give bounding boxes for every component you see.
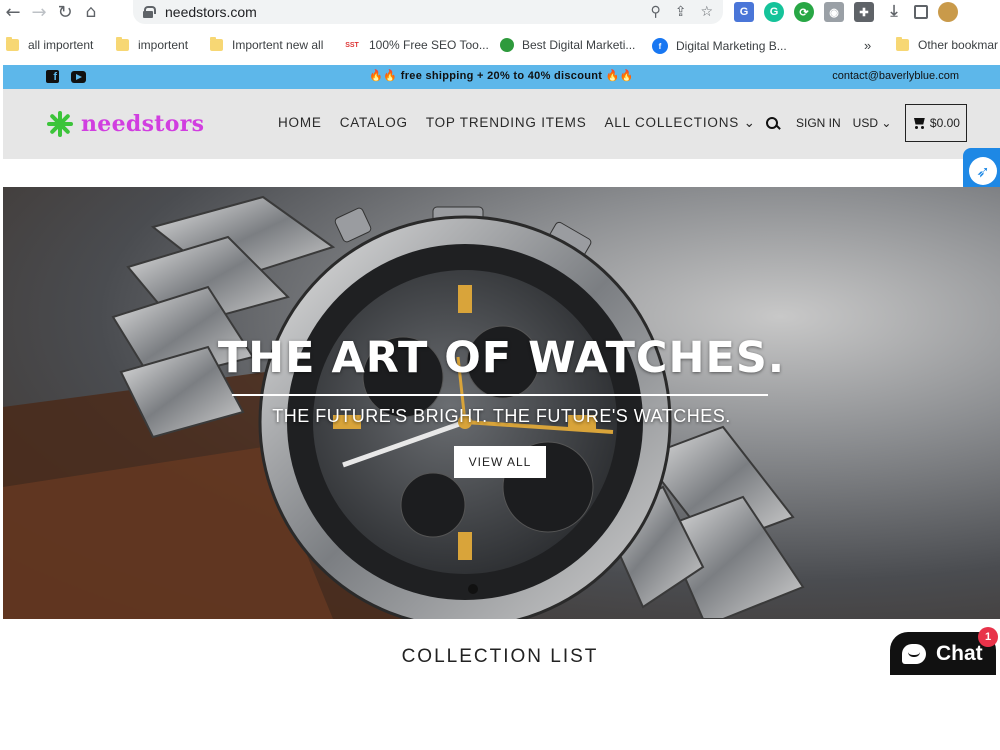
folder-icon	[210, 37, 223, 51]
hero-subtitle: THE FUTURE'S BRIGHT. THE FUTURE'S WATCHE…	[272, 406, 731, 426]
nav-home[interactable]: HOME	[278, 115, 322, 131]
site-favicon-icon	[500, 38, 514, 52]
watch-illustration	[3, 195, 805, 619]
overflow-chevron-icon: »	[864, 38, 872, 53]
main-navigation: HOME CATALOG TOP TRENDING ITEMS ALL COLL…	[278, 115, 774, 131]
bookmark-best-digital-marketing[interactable]: Best Digital Marketi...	[500, 38, 635, 52]
bookmark-folder-importent[interactable]: importent	[116, 37, 189, 52]
bookmark-seo-tools[interactable]: SST 100% Free SEO Too...	[343, 38, 489, 52]
flame-icon: 🔥🔥	[605, 70, 634, 82]
bookmark-digital-marketing-blog[interactable]: f Digital Marketing B...	[652, 38, 787, 54]
cart-icon	[913, 118, 926, 129]
hero-title: THE ART OF WATCHES.	[217, 333, 786, 383]
cart-button[interactable]: $0.00	[905, 104, 968, 142]
folder-icon	[6, 37, 19, 51]
bookmark-label: Importent new all	[232, 38, 324, 52]
contact-email-link[interactable]: contact@baverlyblue.com	[832, 70, 959, 82]
search-icon[interactable]	[766, 117, 780, 131]
share-icon[interactable]: ⇪	[675, 4, 687, 20]
bookmark-folder-importent-new-all[interactable]: Importent new all	[210, 37, 324, 52]
folder-icon	[116, 37, 129, 51]
translate-extension-icon[interactable]: G	[734, 2, 754, 22]
chat-notification-badge: 1	[978, 627, 998, 647]
hero-divider	[232, 394, 768, 396]
bookmark-star-icon[interactable]: ☆	[700, 4, 713, 20]
back-icon[interactable]: ←	[0, 0, 26, 24]
address-bar[interactable]: needstors.com ⚲ ⇪ ☆	[133, 0, 723, 24]
view-all-button[interactable]: VIEW ALL	[454, 446, 546, 478]
nav-all-collections[interactable]: ALL COLLECTIONS ⌄	[605, 115, 756, 131]
header-tools: SIGN IN USD ⌄ $0.00	[766, 104, 968, 142]
site-logo[interactable]: needstors	[45, 109, 204, 139]
chat-bubble-icon	[902, 643, 926, 664]
collection-list-heading: COLLECTION LIST	[401, 646, 599, 667]
bookmarks-bar: all importent importent Importent new al…	[0, 34, 1000, 58]
cart-total: $0.00	[929, 116, 960, 130]
bookmark-label: Other bookmar	[918, 38, 999, 52]
extensions-puzzle-icon[interactable]: ✚	[854, 2, 874, 22]
site-header: needstors HOME CATALOG TOP TRENDING ITEM…	[3, 89, 1000, 159]
bookmark-label: 100% Free SEO Too...	[369, 38, 489, 52]
announcement-bar: f 🔥🔥 free shipping + 20% to 40% discount…	[3, 65, 1000, 89]
bookmarks-overflow-button[interactable]: »	[864, 38, 871, 53]
announcement-text: free shipping + 20% to 40% discount	[400, 70, 603, 82]
reload-icon[interactable]: ↻	[52, 0, 78, 24]
chat-label: Chat	[936, 641, 983, 665]
facebook-favicon-icon: f	[652, 38, 668, 54]
nav-catalog[interactable]: CATALOG	[340, 115, 408, 131]
forward-icon[interactable]: →	[26, 0, 52, 24]
currency-selector[interactable]: USD ⌄	[853, 116, 892, 130]
bookmark-folder-other[interactable]: Other bookmar	[896, 37, 999, 52]
browser-toolbar: ← → ↻ ⌂ needstors.com ⚲ ⇪ ☆ G G ⟳ ◉ ✚ ⤓	[0, 0, 1000, 24]
side-panel-icon[interactable]	[914, 5, 928, 19]
sst-favicon-icon: SST	[345, 41, 359, 49]
bookmark-folder-all-importent[interactable]: all importent	[6, 37, 94, 52]
logo-flower-icon	[45, 109, 75, 139]
grammarly-extension-icon[interactable]: G	[764, 2, 784, 22]
rocket-icon: ➶	[969, 157, 997, 185]
flame-icon: 🔥🔥	[369, 70, 398, 82]
download-icon[interactable]: ⤓	[884, 2, 904, 22]
bookmark-label: importent	[138, 38, 189, 52]
bookmark-label: Digital Marketing B...	[676, 39, 787, 53]
url-text: needstors.com	[165, 4, 257, 20]
sign-in-link[interactable]: SIGN IN	[796, 116, 841, 130]
sync-extension-icon[interactable]: ⟳	[794, 2, 814, 22]
lock-icon	[143, 6, 156, 18]
folder-icon	[896, 37, 909, 51]
zoom-icon[interactable]: ⚲	[650, 4, 660, 20]
bookmark-label: Best Digital Marketi...	[522, 38, 636, 52]
nav-top-trending-items[interactable]: TOP TRENDING ITEMS	[426, 115, 587, 131]
logo-text: needstors	[81, 111, 205, 137]
home-icon[interactable]: ⌂	[78, 0, 104, 24]
camera-extension-icon[interactable]: ◉	[824, 2, 844, 22]
profile-avatar[interactable]	[938, 2, 958, 22]
bookmark-label: all importent	[28, 38, 94, 52]
hero-banner: THE ART OF WATCHES. THE FUTURE'S BRIGHT.…	[3, 187, 1000, 619]
